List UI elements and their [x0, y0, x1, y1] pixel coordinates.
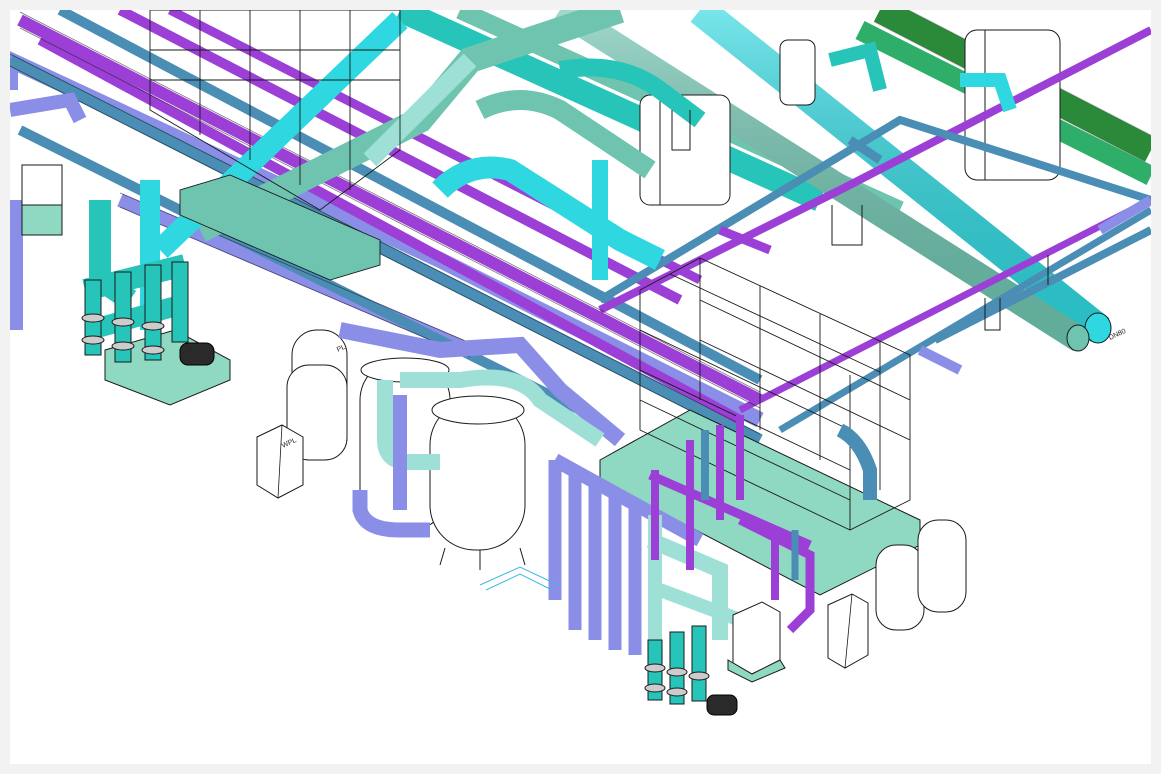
left-pump-skid [81, 254, 231, 406]
vessel-right-1 [875, 544, 925, 631]
dimension-marker [479, 566, 559, 591]
vessel-right-2 [917, 519, 967, 613]
control-cabinet-right [827, 593, 869, 669]
mint-pipe-center [363, 53, 477, 167]
model-viewport[interactable]: WPL DN80 PL [10, 10, 1151, 764]
pump-motor-lower [706, 694, 738, 716]
tank-upper-3 [779, 39, 816, 106]
pump-motor-left [179, 342, 215, 366]
control-panel-left: WPL [256, 424, 304, 499]
piping-model-drawing: WPL DN80 PL [10, 10, 1151, 716]
